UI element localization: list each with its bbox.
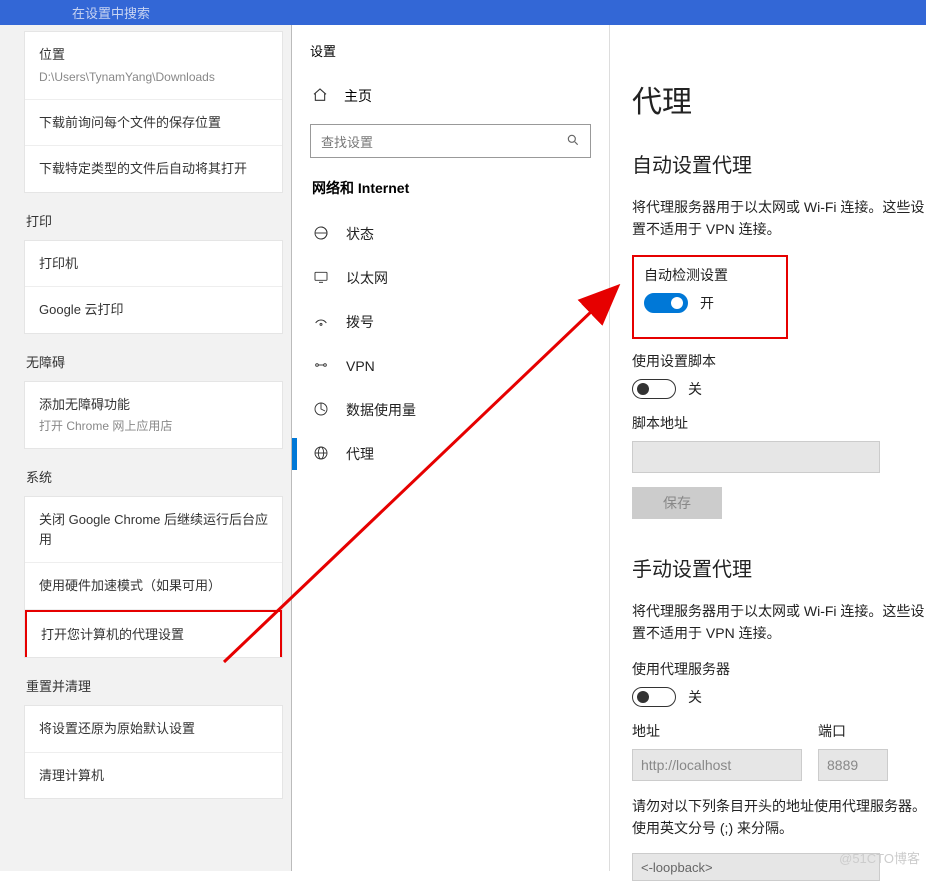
auto-proxy-heading: 自动设置代理 bbox=[632, 149, 926, 178]
use-proxy-server-label: 使用代理服务器 bbox=[632, 659, 926, 679]
nav-home[interactable]: 主页 bbox=[310, 86, 591, 106]
data-usage-icon bbox=[312, 401, 330, 420]
reset-cleanup-row[interactable]: 清理计算机 bbox=[25, 753, 282, 799]
download-location-row[interactable]: 位置 D:\Users\TynamYang\Downloads bbox=[25, 32, 282, 100]
use-script-label: 使用设置脚本 bbox=[632, 351, 926, 371]
section-system-title: 系统 bbox=[26, 467, 283, 486]
auto-detect-highlight: 自动检测设置 开 bbox=[632, 255, 788, 339]
top-search-placeholder: 在设置中搜索 bbox=[72, 3, 150, 22]
accessibility-row[interactable]: 添加无障碍功能 打开 Chrome 网上应用店 bbox=[25, 382, 282, 449]
chrome-settings-panel: 位置 D:\Users\TynamYang\Downloads 下载前询问每个文… bbox=[0, 25, 291, 871]
open-proxy-settings-row[interactable]: 打开您计算机的代理设置 bbox=[25, 610, 282, 658]
auto-open-types-row[interactable]: 下载特定类型的文件后自动将其打开 bbox=[25, 146, 282, 192]
address-label: 地址 bbox=[632, 721, 802, 741]
reset-card: 将设置还原为原始默认设置 清理计算机 bbox=[24, 705, 283, 799]
download-card: 位置 D:\Users\TynamYang\Downloads 下载前询问每个文… bbox=[24, 31, 283, 193]
accessibility-sub-label: 打开 Chrome 网上应用店 bbox=[39, 417, 268, 435]
proxy-panel: 代理 自动设置代理 将代理服务器用于以太网或 Wi-Fi 连接。这些设置不适用于… bbox=[610, 25, 926, 871]
address-value: http://localhost bbox=[641, 757, 731, 773]
use-proxy-server-state: 关 bbox=[688, 687, 702, 707]
reset-restore-row[interactable]: 将设置还原为原始默认设置 bbox=[25, 706, 282, 753]
section-reset-title: 重置并清理 bbox=[26, 676, 283, 695]
nav-item-label: VPN bbox=[346, 358, 375, 374]
proxy-icon bbox=[312, 445, 330, 464]
windows-settings-nav: 设置 主页 查找设置 网络和 Internet 状态 以太网 拨号 VPN 数据… bbox=[291, 25, 610, 871]
script-address-input[interactable] bbox=[632, 441, 880, 473]
manual-proxy-heading: 手动设置代理 bbox=[632, 553, 926, 582]
use-script-toggle-row: 关 bbox=[632, 379, 926, 399]
status-icon bbox=[312, 225, 330, 244]
bypass-desc: 请勿对以下列条目开头的地址使用代理服务器。使用英文分号 (;) 来分隔。 bbox=[632, 795, 926, 840]
nav-home-label: 主页 bbox=[344, 86, 372, 106]
auto-proxy-desc: 将代理服务器用于以太网或 Wi-Fi 连接。这些设置不适用于 VPN 连接。 bbox=[632, 196, 926, 241]
nav-item-ethernet[interactable]: 以太网 bbox=[310, 256, 591, 300]
bypass-value: <-loopback> bbox=[641, 860, 713, 875]
settings-search-placeholder: 查找设置 bbox=[321, 132, 373, 151]
section-print-title: 打印 bbox=[26, 211, 283, 230]
download-location-label: 位置 bbox=[39, 45, 268, 65]
system-background-row[interactable]: 关闭 Google Chrome 后继续运行后台应用 bbox=[25, 497, 282, 563]
manual-proxy-desc: 将代理服务器用于以太网或 Wi-Fi 连接。这些设置不适用于 VPN 连接。 bbox=[632, 600, 926, 645]
address-input[interactable]: http://localhost bbox=[632, 749, 802, 781]
auto-detect-label: 自动检测设置 bbox=[644, 265, 776, 285]
auto-detect-state: 开 bbox=[700, 293, 714, 313]
nav-item-vpn[interactable]: VPN bbox=[310, 344, 591, 388]
auto-detect-toggle[interactable] bbox=[644, 293, 688, 313]
nav-item-label: 拨号 bbox=[346, 312, 374, 332]
search-icon bbox=[566, 133, 580, 150]
print-card: 打印机 Google 云打印 bbox=[24, 240, 283, 334]
nav-item-label: 以太网 bbox=[346, 268, 388, 288]
dialup-icon bbox=[312, 313, 330, 332]
use-script-toggle[interactable] bbox=[632, 379, 676, 399]
use-proxy-server-toggle[interactable] bbox=[632, 687, 676, 707]
use-proxy-server-toggle-row: 关 bbox=[632, 687, 926, 707]
ethernet-icon bbox=[312, 269, 330, 288]
nav-item-data-usage[interactable]: 数据使用量 bbox=[310, 388, 591, 432]
ask-before-download-row[interactable]: 下载前询问每个文件的保存位置 bbox=[25, 100, 282, 147]
script-address-label: 脚本地址 bbox=[632, 413, 926, 433]
nav-item-label: 代理 bbox=[346, 444, 374, 464]
accessibility-add-label: 添加无障碍功能 bbox=[39, 395, 268, 415]
save-button[interactable]: 保存 bbox=[632, 487, 722, 519]
windows-settings-title: 设置 bbox=[310, 41, 591, 60]
nav-item-status[interactable]: 状态 bbox=[310, 212, 591, 256]
vpn-icon bbox=[312, 357, 330, 376]
system-card: 关闭 Google Chrome 后继续运行后台应用 使用硬件加速模式（如果可用… bbox=[24, 496, 283, 658]
auto-detect-toggle-row: 开 bbox=[644, 293, 776, 313]
watermark: @51CTO博客 bbox=[839, 848, 920, 867]
accessibility-card: 添加无障碍功能 打开 Chrome 网上应用店 bbox=[24, 381, 283, 450]
nav-item-dialup[interactable]: 拨号 bbox=[310, 300, 591, 344]
download-location-path: D:\Users\TynamYang\Downloads bbox=[39, 68, 268, 86]
use-script-state: 关 bbox=[688, 379, 702, 399]
section-accessibility-title: 无障碍 bbox=[26, 352, 283, 371]
home-icon bbox=[312, 87, 328, 106]
nav-group-network: 网络和 Internet bbox=[312, 178, 591, 198]
port-value: 8889 bbox=[827, 757, 858, 773]
cloud-print-row[interactable]: Google 云打印 bbox=[25, 287, 282, 333]
settings-search-input[interactable]: 查找设置 bbox=[310, 124, 591, 158]
proxy-title: 代理 bbox=[632, 77, 926, 121]
nav-item-proxy[interactable]: 代理 bbox=[310, 432, 591, 476]
port-input[interactable]: 8889 bbox=[818, 749, 888, 781]
port-label: 端口 bbox=[818, 721, 888, 741]
system-hw-accel-row[interactable]: 使用硬件加速模式（如果可用） bbox=[25, 563, 282, 610]
printer-row[interactable]: 打印机 bbox=[25, 241, 282, 288]
nav-item-label: 数据使用量 bbox=[346, 400, 416, 420]
nav-item-label: 状态 bbox=[346, 224, 374, 244]
top-search-bar[interactable]: 在设置中搜索 bbox=[0, 0, 926, 25]
